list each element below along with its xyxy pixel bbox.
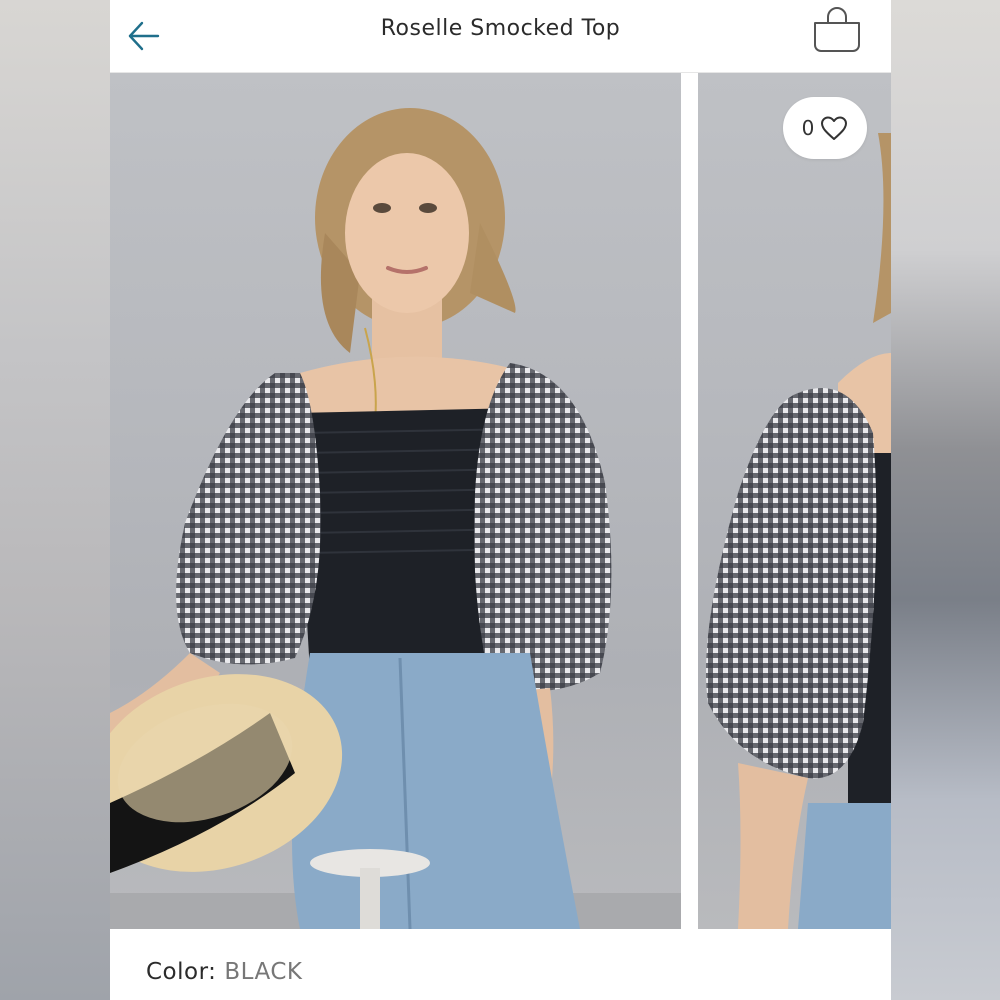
product-image-carousel[interactable]: 0	[110, 73, 891, 929]
back-button[interactable]	[122, 14, 166, 58]
shopping-bag-button[interactable]	[809, 4, 865, 56]
product-image-secondary[interactable]: 0	[698, 73, 891, 929]
shopping-bag-icon	[814, 7, 860, 52]
blurred-backdrop-left	[0, 0, 110, 1000]
favorite-count: 0	[801, 116, 815, 140]
blurred-backdrop-right	[890, 0, 1000, 1000]
heart-outline-icon	[821, 116, 848, 140]
favorite-button[interactable]: 0	[783, 97, 867, 159]
arrow-left-icon	[128, 21, 160, 51]
top-bar: Roselle Smocked Top	[110, 0, 891, 73]
color-selector: Color: BLACK	[146, 952, 303, 992]
page-title: Roselle Smocked Top	[380, 15, 621, 41]
color-value: BLACK	[224, 959, 303, 985]
color-label: Color:	[146, 959, 217, 985]
model-photo-side	[706, 133, 891, 929]
app-screen: Roselle Smocked Top 0 Color: BLACK	[110, 0, 891, 1000]
model-photo	[110, 108, 681, 929]
product-image-main[interactable]	[110, 73, 681, 929]
